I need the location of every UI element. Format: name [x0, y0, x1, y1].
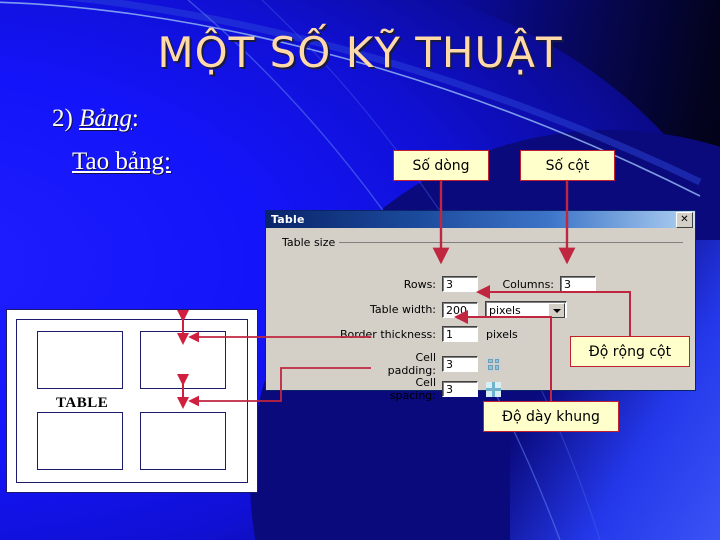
columns-input[interactable]: 3 [560, 276, 596, 292]
bullet-2-label: Tao bảng: [72, 148, 171, 175]
table-diagram-cell [140, 412, 226, 470]
border-thickness-input[interactable]: 1 [442, 326, 478, 342]
table-width-field-row: Table width: 200 pixels [366, 301, 567, 318]
cell-spacing-grid-icon [486, 381, 501, 397]
rows-field-row: Rows: 3 [396, 276, 478, 292]
border-thickness-label: Border thickness: [339, 327, 436, 341]
table-width-input[interactable]: 200 [442, 301, 478, 318]
dialog-title-bar[interactable]: Table ✕ [266, 211, 695, 228]
cell-spacing-input[interactable]: 3 [442, 381, 478, 397]
border-thickness-field-row: Border thickness: 1 pixels [338, 326, 518, 342]
cell-padding-input[interactable]: 3 [442, 356, 478, 372]
table-diagram-cell [37, 331, 123, 389]
cell-spacing-field-row: Cell spacing: 3 [372, 376, 501, 402]
border-thickness-unit: pixels [486, 327, 518, 341]
bullet-item-2: Tao bảng: [72, 148, 171, 176]
table-diagram-label: TABLE [56, 395, 109, 411]
dialog-title: Table [271, 213, 305, 226]
cell-padding-label: Cell padding: [387, 351, 436, 377]
close-icon[interactable]: ✕ [676, 211, 693, 228]
bullet-1-number: 2) [52, 105, 80, 132]
bullet-item-1: 2) Bảng: [52, 105, 139, 133]
slide-canvas: MỘT SỐ KỸ THUẬT 2) Bảng: Tao bảng: TABLE… [0, 0, 720, 540]
callout-columns: Số cột [520, 150, 615, 181]
table-width-unit-select[interactable]: pixels [485, 301, 567, 318]
cell-spacing-label: Cell spacing: [389, 376, 436, 402]
slide-title: MỘT SỐ KỸ THUẬT [157, 28, 563, 77]
table-width-unit-value: pixels [489, 304, 521, 317]
callout-border-thickness: Độ dày khung [483, 401, 619, 432]
bullet-1-colon: : [131, 105, 139, 132]
table-diagram-cell [37, 412, 123, 470]
table-size-group-label: Table size [282, 236, 340, 249]
table-diagram-cell [140, 331, 226, 389]
columns-label: Columns: [502, 277, 554, 291]
cell-padding-field-row: Cell padding: 3 [372, 351, 501, 377]
rows-input[interactable]: 3 [442, 276, 478, 292]
rows-label: Rows: [403, 277, 436, 291]
columns-field-row: Columns: 3 [496, 276, 596, 292]
group-divider [338, 242, 683, 243]
cell-padding-grid-icon [486, 356, 501, 372]
table-width-label: Table width: [370, 303, 436, 316]
chevron-down-icon[interactable] [548, 303, 565, 318]
bullet-1-emphasis: Bảng [79, 105, 132, 132]
callout-column-width: Độ rộng cột [570, 336, 690, 367]
table-diagram: TABLE [6, 309, 258, 493]
callout-rows: Số dòng [393, 150, 489, 181]
